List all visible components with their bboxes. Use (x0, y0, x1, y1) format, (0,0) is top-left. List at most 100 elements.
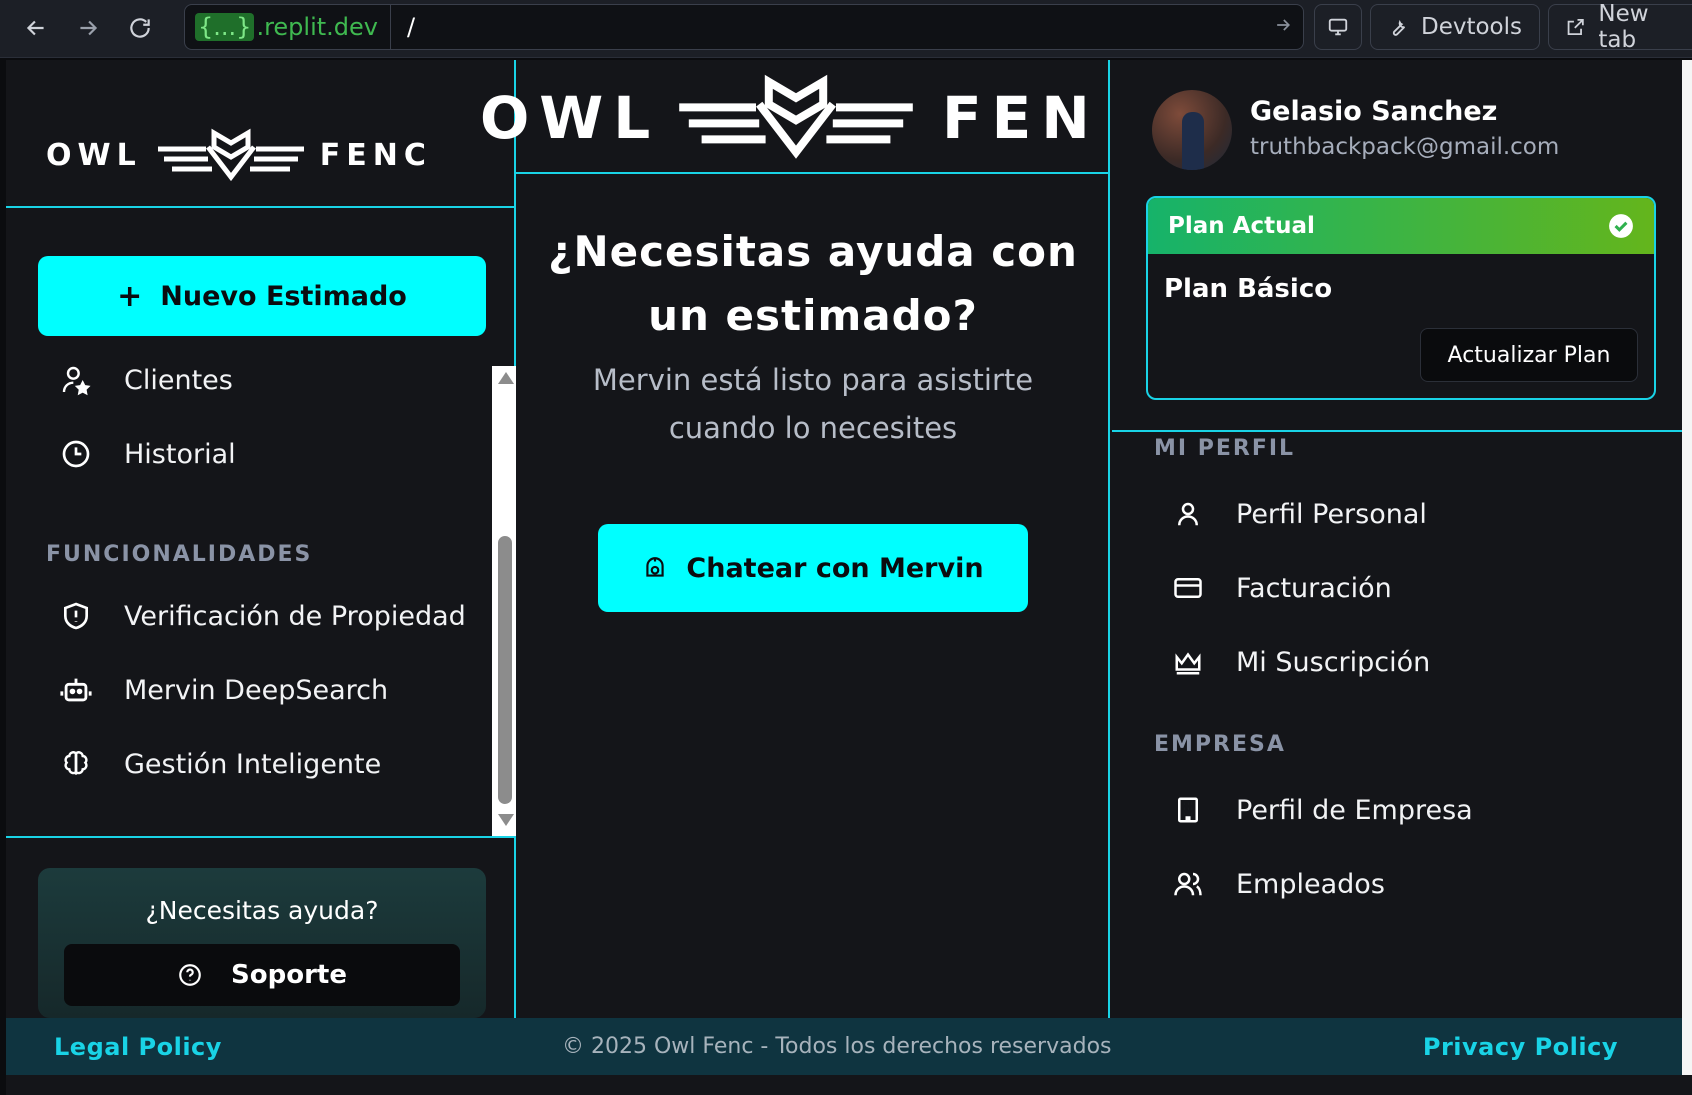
section-heading-funcionalidades: FUNCIONALIDADES (46, 542, 313, 567)
sidebar-item-historial[interactable]: Historial (58, 436, 236, 472)
crown-icon (1170, 644, 1206, 680)
new-tab-button[interactable]: New tab (1548, 1, 1692, 53)
sidebar-item-label: Clientes (124, 366, 233, 396)
chat-mervin-label: Chatear con Mervin (686, 552, 984, 584)
credit-card-icon (1170, 570, 1206, 606)
divider (1112, 430, 1692, 432)
help-heading: ¿Necesitas ayuda con un estimado? (548, 227, 1078, 340)
reload-icon (130, 18, 150, 38)
new-estimate-button[interactable]: + Nuevo Estimado (38, 256, 486, 336)
logo-word-fenc: FENC (319, 137, 432, 173)
sidebar-nav[interactable]: Clientes Historial FUNCIONALIDADES Verif… (6, 366, 514, 834)
avatar[interactable] (1152, 90, 1232, 170)
logo-large[interactable]: OWL FEN (480, 68, 1110, 176)
divider (516, 172, 1110, 174)
robot-icon (646, 557, 665, 577)
plan-card: Plan Actual Plan Básico Actualizar Plan (1146, 196, 1656, 400)
logo-word-fen: FEN (942, 84, 1100, 152)
menu-item-label: Facturación (1236, 572, 1392, 604)
support-button[interactable]: Soporte (64, 944, 460, 1006)
sidebar-item-label: Mervin DeepSearch (124, 674, 389, 706)
help-subtitle: Mervin está listo para asistirte cuando … (592, 363, 1034, 445)
user-name: Gelasio Sanchez (1250, 96, 1498, 127)
divider (6, 836, 514, 838)
building-icon (1170, 792, 1206, 828)
brain-icon (58, 746, 94, 782)
left-sidebar: OWL FENC + Nuevo Estimado Clientes Histo… (6, 60, 518, 1075)
shield-icon (58, 598, 94, 634)
check-circle-icon (1609, 214, 1633, 238)
copyright-text: © 2025 Owl Fenc - Todos los derechos res… (562, 1034, 1112, 1059)
legal-policy-link[interactable]: Legal Policy (54, 1033, 222, 1061)
help-title: ¿Necesitas ayuda? (145, 896, 379, 925)
main-panel: OWL FEN ¿Necesitas ayuda con un estimado… (480, 60, 1110, 1075)
devtools-label: Devtools (1421, 14, 1523, 40)
forward-button[interactable] (68, 9, 108, 47)
user-star-icon (58, 366, 94, 398)
devtools-button[interactable]: Devtools (1370, 4, 1540, 50)
arrow-right-icon (80, 20, 98, 36)
divider (6, 206, 514, 208)
scroll-down-icon[interactable] (498, 814, 514, 826)
plan-header-label: Plan Actual (1168, 213, 1315, 239)
new-estimate-label: Nuevo Estimado (160, 280, 407, 312)
users-icon (1170, 866, 1206, 902)
logo-word-owl: OWL (46, 137, 142, 173)
back-button[interactable] (16, 9, 56, 47)
clock-icon (58, 436, 94, 472)
sidebar-item-label: Gestión Inteligente (124, 748, 382, 780)
sidebar-item-deepsearch[interactable]: Mervin DeepSearch (58, 672, 388, 708)
user-email: truthbackpack@gmail.com (1250, 134, 1560, 160)
app-root: OWL FENC + Nuevo Estimado Clientes Histo… (6, 60, 1692, 1095)
page-scrollbar[interactable] (1682, 60, 1692, 1075)
help-circle-icon (179, 964, 201, 986)
browser-toolbar: {...} .replit.dev / Devtools New tab (0, 0, 1692, 58)
url-host: {...} .replit.dev (185, 4, 391, 50)
support-label: Soporte (231, 960, 347, 990)
external-link-icon (1567, 18, 1584, 36)
menu-item-perfil-personal[interactable]: Perfil Personal (1170, 496, 1427, 532)
chat-mervin-button[interactable]: Chatear con Mervin (598, 524, 1028, 612)
go-arrow-icon[interactable] (1263, 15, 1303, 39)
sidebar-item-label: Verificación de Propiedad (124, 600, 466, 632)
arrow-left-icon (26, 20, 44, 36)
footer: Legal Policy © 2025 Owl Fenc - Todos los… (6, 1018, 1692, 1075)
menu-item-label: Empleados (1236, 868, 1385, 900)
sidebar-item-gestion[interactable]: Gestión Inteligente (58, 746, 381, 782)
device-button[interactable] (1314, 4, 1362, 50)
robot-icon (58, 672, 94, 708)
upgrade-plan-button[interactable]: Actualizar Plan (1420, 328, 1638, 382)
menu-item-label: Mi Suscripción (1236, 646, 1431, 678)
section-heading-empresa: EMPRESA (1154, 732, 1286, 757)
sidebar-scrollbar[interactable] (492, 366, 518, 836)
plus-icon: + (117, 278, 143, 314)
menu-item-empleados[interactable]: Empleados (1170, 866, 1385, 902)
new-tab-label: New tab (1598, 1, 1649, 53)
help-card: ¿Necesitas ayuda? Soporte (38, 868, 486, 1018)
monitor-icon (1328, 18, 1348, 36)
sidebar-item-label: Historial (124, 438, 236, 470)
privacy-policy-link[interactable]: Privacy Policy (1423, 1033, 1618, 1061)
url-badge: {...} (195, 13, 255, 41)
plan-name: Plan Básico (1164, 274, 1333, 304)
sidebar-item-clientes[interactable]: Clientes (58, 366, 233, 398)
logo[interactable]: OWL FENC (46, 105, 432, 205)
plan-header: Plan Actual (1148, 198, 1654, 254)
sidebar-item-verificacion[interactable]: Verificación de Propiedad (58, 598, 466, 634)
menu-item-label: Perfil Personal (1236, 498, 1427, 530)
scroll-up-icon[interactable] (498, 372, 514, 384)
reload-button[interactable] (120, 9, 160, 47)
menu-item-label: Perfil de Empresa (1236, 794, 1473, 826)
owl-wings-icon (679, 74, 913, 159)
url-path[interactable]: / (391, 13, 1263, 41)
menu-item-perfil-empresa[interactable]: Perfil de Empresa (1170, 792, 1473, 828)
owl-wings-icon (157, 128, 304, 182)
wrench-icon (1392, 19, 1406, 36)
logo-word-owl: OWL (480, 84, 661, 152)
address-bar[interactable]: {...} .replit.dev / (184, 4, 1304, 50)
menu-item-suscripcion[interactable]: Mi Suscripción (1170, 644, 1430, 680)
menu-item-facturacion[interactable]: Facturación (1170, 570, 1392, 606)
scroll-thumb[interactable] (498, 536, 512, 804)
profile-panel: Gelasio Sanchez truthbackpack@gmail.com … (1112, 60, 1692, 1075)
user-icon (1170, 496, 1206, 532)
